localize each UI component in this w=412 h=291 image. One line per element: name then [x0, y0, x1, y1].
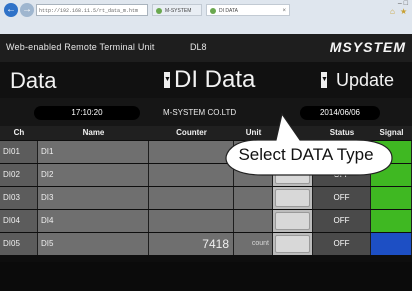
model-name: DL8 — [190, 42, 207, 52]
signal-indicator — [371, 233, 412, 255]
data-type-select[interactable]: ▼ DI Data — [164, 62, 310, 98]
unit-cell — [234, 187, 273, 209]
callout-text: Select DATA Type — [238, 145, 374, 164]
col-counter: Counter — [176, 128, 207, 137]
col-ch: Ch — [13, 128, 25, 137]
signal-indicator — [371, 187, 412, 209]
ch-cell: DI04 — [0, 210, 38, 232]
unit-cell: count — [234, 233, 273, 255]
output-toggle-cell — [273, 187, 313, 209]
tab-di-data[interactable]: DI DATA × — [206, 4, 290, 16]
output-toggle-button[interactable] — [275, 235, 310, 253]
unit-cell — [234, 164, 273, 186]
counter-cell — [149, 141, 234, 163]
name-cell: DI3 — [38, 187, 149, 209]
page-footer — [0, 262, 412, 291]
col-signal: Signal — [379, 128, 404, 137]
output-toggle-button[interactable] — [275, 189, 310, 207]
status-cell: OFF — [313, 210, 371, 232]
counter-cell: 7418 — [149, 233, 234, 255]
browser-toolbar: ← → http://192.168.11.5/rt_data_m.htm M-… — [0, 0, 412, 35]
dropdown-caret-icon[interactable]: ▼ — [164, 72, 171, 88]
data-type-value[interactable]: DI Data — [174, 66, 255, 94]
name-cell: DI4 — [38, 210, 149, 232]
name-cell: DI2 — [38, 164, 149, 186]
unit-cell — [234, 210, 273, 232]
table-row: DI05 DI5 7418 count OFF — [0, 233, 412, 255]
output-toggle-cell — [273, 233, 313, 255]
table-row: DI02 DI2 OFF — [0, 164, 412, 186]
table-header: Ch Name Counter Unit Status Signal — [0, 126, 412, 140]
ch-cell: DI02 — [0, 164, 38, 186]
status-cell: OFF — [313, 233, 371, 255]
site-icon — [210, 8, 216, 14]
signal-indicator — [371, 210, 412, 232]
window-controls-icon[interactable]: – □ — [398, 0, 408, 7]
msystem-logo: MSYSTEM — [329, 39, 406, 55]
col-unit: Unit — [245, 128, 262, 137]
company-name: M-SYSTEM CO.LTD — [163, 108, 237, 117]
date-display: 2014/06/06 — [300, 106, 380, 120]
update-caret-icon[interactable]: ▼ — [321, 72, 328, 88]
output-toggle-button[interactable] — [275, 166, 310, 184]
time-display: 17:10:20 — [34, 106, 140, 120]
app-header: Web-enabled Remote Terminal Unit DL8 MSY… — [0, 34, 412, 62]
col-name: Name — [82, 128, 105, 137]
name-cell: DI5 — [38, 233, 149, 255]
product-title: Web-enabled Remote Terminal Unit — [6, 42, 155, 52]
ch-cell: DI05 — [0, 233, 38, 255]
home-icon[interactable]: ⌂ — [390, 8, 398, 16]
tab-label: M-SYSTEM — [165, 8, 192, 14]
counter-cell — [149, 164, 234, 186]
forward-icon[interactable]: → — [20, 3, 34, 17]
page-title: Data — [10, 68, 57, 93]
back-icon[interactable]: ← — [4, 3, 18, 17]
signal-indicator — [371, 164, 412, 186]
ch-cell: DI03 — [0, 187, 38, 209]
counter-cell — [149, 187, 234, 209]
output-toggle-button[interactable] — [275, 212, 310, 230]
name-cell: DI1 — [38, 141, 149, 163]
status-cell: OFF — [313, 164, 371, 186]
output-toggle-cell — [273, 210, 313, 232]
address-bar[interactable]: http://192.168.11.5/rt_data_m.htm — [36, 4, 148, 16]
output-toggle-cell — [273, 164, 313, 186]
favorites-icon[interactable]: ★ — [400, 8, 408, 16]
counter-cell — [149, 210, 234, 232]
update-button[interactable]: Update — [336, 70, 394, 91]
col-status: Status — [329, 128, 355, 137]
site-icon — [156, 8, 162, 14]
ch-cell: DI01 — [0, 141, 38, 163]
close-tab-icon[interactable]: × — [282, 5, 286, 15]
status-cell: OFF — [313, 187, 371, 209]
tab-msystem[interactable]: M-SYSTEM — [152, 4, 202, 16]
table-row: DI03 DI3 OFF — [0, 187, 412, 209]
table-row: DI04 DI4 OFF — [0, 210, 412, 232]
tab-label: DI DATA — [219, 8, 238, 14]
